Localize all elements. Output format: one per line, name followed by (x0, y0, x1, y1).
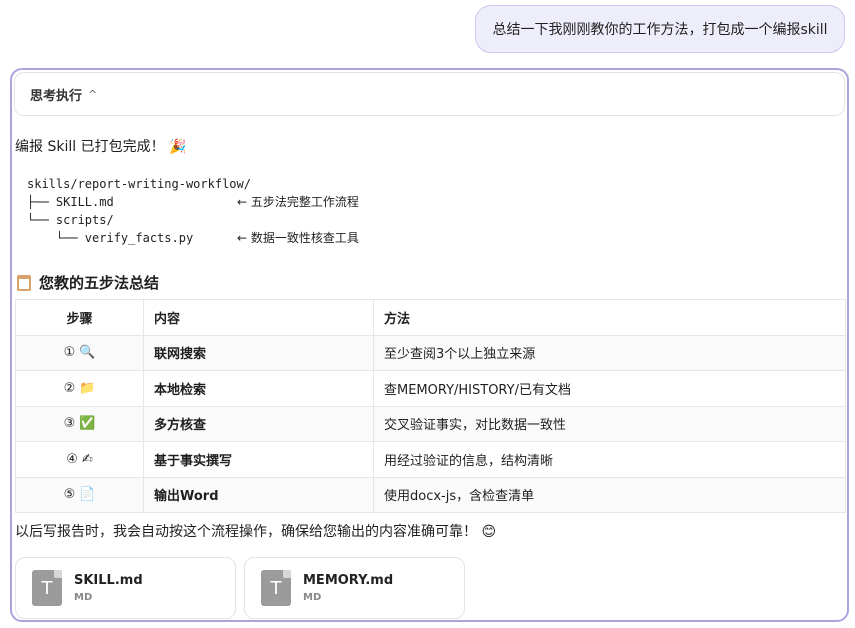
step-cell: ④ ✍ (15, 441, 144, 478)
user-message-bubble: 总结一下我刚刚教你的工作方法，打包成一个编报skill (475, 5, 845, 53)
tree-line: └── verify_facts.py ← 数据一致性核查工具 (27, 231, 359, 245)
thinking-toggle[interactable]: 思考执行 ^ (14, 72, 845, 116)
content-cell: 本地检索 (143, 370, 374, 407)
header-method: 方法 (373, 299, 846, 336)
text-file-icon: T (261, 570, 291, 606)
method-cell: 查MEMORY/HISTORY/已有文档 (373, 370, 846, 407)
chevron-up-icon: ^ (88, 87, 98, 101)
step-number: ③ (63, 416, 76, 432)
magnifier-icon: 🔍 (79, 345, 96, 361)
step-cell: ② 📁 (15, 370, 144, 407)
table-header-row: 步骤 内容 方法 (15, 299, 846, 336)
completion-message: 编报 Skill 已打包完成！ 🎉 (15, 139, 187, 155)
method-cell: 用经过验证的信息，结构清晰 (373, 441, 846, 478)
step-number: ④ (66, 451, 78, 467)
tree-line: skills/report-writing-workflow/ (27, 177, 251, 191)
step-number: ① (63, 345, 76, 361)
check-icon: ✅ (79, 416, 96, 432)
file-type: MD (303, 592, 322, 603)
content-cell: 多方核查 (143, 405, 374, 442)
step-number: ② (63, 380, 76, 396)
document-icon: 📄 (79, 487, 96, 503)
clipboard-icon (17, 274, 31, 291)
tree-line: └── scripts/ (27, 213, 114, 227)
file-name: MEMORY.md (303, 573, 394, 588)
assistant-response-card: 思考执行 ^ 编报 Skill 已打包完成！ 🎉 skills/report-w… (10, 68, 849, 622)
content-cell: 输出Word (143, 476, 374, 513)
table-row: ① 🔍 联网搜索 至少查阅3个以上独立来源 (15, 334, 846, 371)
content-cell: 基于事实撰写 (143, 441, 374, 478)
closing-message: 以后写报告时，我会自动按这个流程操作，确保给您输出的内容准确可靠！ 😊 (15, 524, 497, 540)
user-message-text: 总结一下我刚刚教你的工作方法，打包成一个编报skill (492, 22, 828, 38)
content-cell: 联网搜索 (143, 334, 374, 371)
table-row: ④ ✍ 基于事实撰写 用经过验证的信息，结构清晰 (15, 441, 846, 478)
method-cell: 使用docx-js，含检查清单 (373, 476, 846, 513)
file-attachment-skill[interactable]: T SKILL.md MD (15, 557, 236, 619)
step-cell: ③ ✅ (15, 405, 144, 442)
summary-heading: 您教的五步法总结 (17, 272, 159, 293)
writing-hand-icon: ✍ (81, 451, 93, 467)
text-file-icon: T (32, 570, 62, 606)
method-cell: 交叉验证事实，对比数据一致性 (373, 405, 846, 442)
summary-heading-text: 您教的五步法总结 (39, 274, 160, 292)
steps-table: 步骤 内容 方法 ① 🔍 联网搜索 至少查阅3个以上独立来源 ② 📁 本地检索 查M… (15, 299, 846, 513)
header-step: 步骤 (15, 299, 144, 336)
file-name: SKILL.md (74, 573, 143, 588)
table-row: ② 📁 本地检索 查MEMORY/HISTORY/已有文档 (15, 370, 846, 407)
file-type: MD (74, 592, 93, 603)
header-content: 内容 (143, 299, 374, 336)
table-row: ③ ✅ 多方核查 交叉验证事实，对比数据一致性 (15, 405, 846, 442)
table-row: ⑤ 📄 输出Word 使用docx-js，含检查清单 (15, 476, 846, 513)
thinking-label: 思考执行 (30, 88, 83, 104)
folder-icon: 📁 (79, 380, 96, 396)
tree-line: ├── SKILL.md ← 五步法完整工作流程 (27, 195, 359, 209)
step-number: ⑤ (63, 487, 76, 503)
step-cell: ⑤ 📄 (15, 476, 144, 513)
file-tree-code-block: skills/report-writing-workflow/ ├── SKIL… (27, 175, 359, 247)
file-attachment-memory[interactable]: T MEMORY.md MD (244, 557, 465, 619)
method-cell: 至少查阅3个以上独立来源 (373, 334, 846, 371)
step-cell: ① 🔍 (15, 334, 144, 371)
